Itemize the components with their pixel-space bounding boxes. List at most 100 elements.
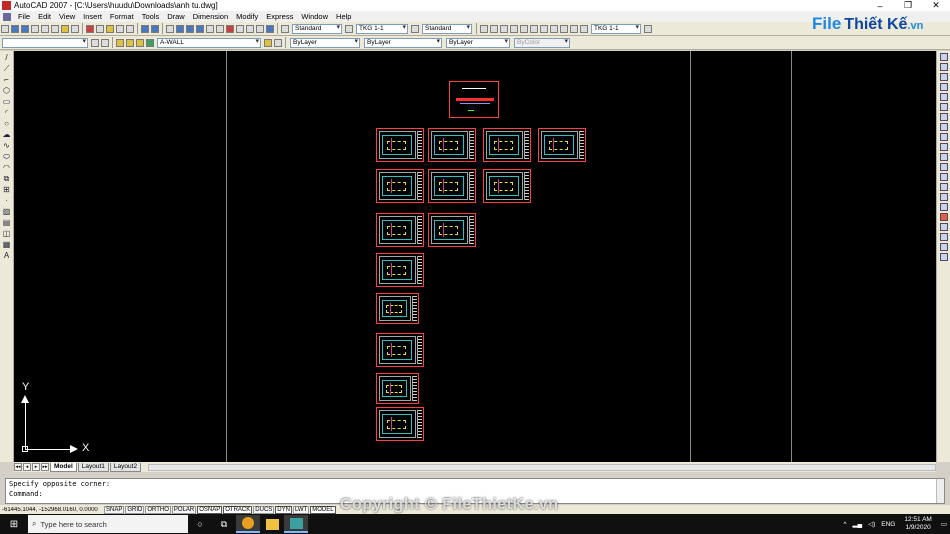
markup-icon[interactable] [246,24,254,33]
print-icon[interactable] [31,24,39,33]
line-icon[interactable]: / [2,53,11,62]
osnap-toggle[interactable]: OSNAP [197,505,223,514]
3d-dwf-icon[interactable] [71,24,79,33]
snap-toggle[interactable]: SNAP [104,505,125,514]
drawing-sheet[interactable] [376,213,424,247]
linear-dim-icon[interactable] [480,24,488,33]
drawing-sheet[interactable] [538,128,586,162]
lineweight-select[interactable]: ByLayer [446,37,510,48]
taskbar-search[interactable]: ⌕ Type here to search [28,515,188,533]
pan-icon[interactable] [166,24,174,33]
make-block-icon[interactable]: ⊞ [2,185,11,194]
circle-icon[interactable]: ○ [2,119,11,128]
quick-dim-icon[interactable] [540,24,548,33]
make-object-layer-current-icon[interactable] [264,38,272,47]
new-icon[interactable] [1,24,9,33]
explode-icon[interactable] [940,213,948,221]
document-icon[interactable] [3,12,11,21]
language-indicator[interactable]: ENG [881,521,895,528]
join-icon[interactable] [940,183,948,191]
radius-dim-icon[interactable] [510,24,518,33]
region-icon[interactable]: ◫ [2,229,11,238]
dyn-toggle[interactable]: DYN [275,505,292,514]
table-style-select[interactable]: Standard [422,23,472,34]
construction-line-icon[interactable]: ⟋ [2,64,11,73]
task-view-icon[interactable]: ⧉ [212,515,236,533]
table-icon[interactable]: ▦ [2,240,11,249]
windows-start-icon[interactable]: ⊞ [0,519,28,530]
cut-icon[interactable] [86,24,94,33]
text-style-icon[interactable] [281,24,289,33]
menu-format[interactable]: Format [106,12,138,21]
chamfer-icon[interactable] [940,193,948,201]
revision-cloud-icon[interactable]: ☁ [2,130,11,139]
drawing-sheet[interactable] [376,333,424,367]
volume-icon[interactable]: ◁) [868,520,875,528]
break-at-point-icon[interactable] [940,163,948,171]
zoom-window-icon[interactable] [186,24,194,33]
menu-view[interactable]: View [55,12,79,21]
paste-icon[interactable] [106,24,114,33]
layer-previous-icon[interactable] [274,38,282,47]
mirror-icon[interactable] [940,73,948,81]
center-mark-icon[interactable] [570,24,578,33]
drawing-sheet[interactable] [376,293,419,324]
hatch-icon[interactable]: ▨ [2,207,11,216]
menu-dimension[interactable]: Dimension [189,12,232,21]
offset-icon[interactable] [940,83,948,91]
layer-on-icon[interactable] [126,38,134,47]
etransmit-icon[interactable] [61,24,69,33]
dim-style-icon[interactable] [345,24,353,33]
sheet-set-icon[interactable] [236,24,244,33]
taskbar-clock[interactable]: 12:51 AM 1/9/2020 [904,516,931,532]
menu-window[interactable]: Window [297,12,332,21]
drawing-sheet[interactable] [376,169,424,203]
arc-icon[interactable]: ◜ [2,108,11,117]
polyline-icon[interactable]: ⌐ [2,75,11,84]
bring-to-front-icon[interactable] [940,233,948,241]
command-scrollbar[interactable] [936,479,944,503]
layer-color-icon[interactable] [146,38,154,47]
ortho-toggle[interactable]: ORTHO [145,505,171,514]
erase-icon[interactable] [940,53,948,61]
table-style-icon[interactable] [411,24,419,33]
trim-icon[interactable] [940,143,948,151]
drawing-sheet[interactable] [483,169,531,203]
draw-order-icon[interactable] [940,223,948,231]
tab-model[interactable]: Model [50,462,77,472]
tab-layout1[interactable]: Layout1 [77,462,109,472]
rotate-icon[interactable] [940,113,948,121]
maximize-button[interactable]: ❐ [894,0,922,11]
plot-preview-icon[interactable] [41,24,49,33]
match-properties-icon[interactable] [116,24,124,33]
drawing-sheet[interactable] [428,169,476,203]
ordinate-dim-icon[interactable] [500,24,508,33]
insert-block-icon[interactable]: ⧉ [2,174,11,183]
dim-edit-icon[interactable] [580,24,588,33]
stretch-icon[interactable] [940,133,948,141]
workspace-settings-icon[interactable] [91,38,99,47]
cortana-icon[interactable]: ○ [188,515,212,533]
ellipse-icon[interactable]: ⬭ [2,152,11,161]
menu-draw[interactable]: Draw [163,12,189,21]
first-tab-button[interactable]: ◂◂ [14,463,22,471]
dim-style-select[interactable]: TKG 1-1 [356,23,408,34]
chrome-icon[interactable] [236,515,260,533]
menu-edit[interactable]: Edit [34,12,55,21]
color-select[interactable]: ByLayer [290,37,360,48]
menu-tools[interactable]: Tools [138,12,164,21]
tab-layout2[interactable]: Layout2 [109,462,142,472]
copy-object-icon[interactable] [940,63,948,71]
next-tab-button[interactable]: ▸ [32,463,40,471]
file-explorer-icon[interactable] [260,515,284,533]
array-icon[interactable] [940,93,948,101]
menu-modify[interactable]: Modify [232,12,262,21]
spline-icon[interactable]: ∿ [2,141,11,150]
drawing-sheet[interactable] [376,253,424,287]
plotstyle-select[interactable]: ByColor [514,37,570,48]
notifications-icon[interactable]: ▭ [941,520,947,528]
tray-overflow-icon[interactable]: ^ [843,521,846,528]
tool-palettes-icon[interactable] [226,24,234,33]
zoom-previous-icon[interactable] [196,24,204,33]
drawing-sheet[interactable] [428,128,476,162]
